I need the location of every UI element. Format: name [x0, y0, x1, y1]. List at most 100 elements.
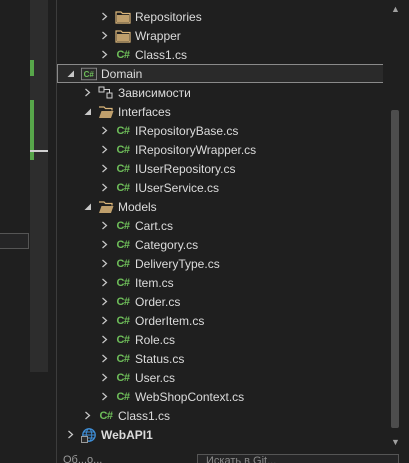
tree-item-label: Interfaces — [118, 104, 171, 119]
chevron-right-icon[interactable] — [100, 292, 109, 311]
csharp-file-icon: C# — [116, 257, 130, 270]
scrollbar-track[interactable] — [388, 18, 402, 433]
chevron-right-icon[interactable] — [100, 387, 109, 406]
folder-icon — [115, 28, 131, 44]
tree-item[interactable]: C# Class1.cs — [57, 406, 383, 425]
tree-item[interactable]: C# Order.cs — [57, 292, 383, 311]
collapsed-input[interactable] — [0, 233, 29, 249]
chevron-right-icon[interactable] — [100, 140, 109, 159]
tree-item[interactable]: C# IRepositoryBase.cs — [57, 121, 383, 140]
csharp-file-icon: C# — [99, 409, 113, 422]
tree-item-label: IRepositoryWrapper.cs — [135, 142, 257, 157]
chevron-right-icon[interactable] — [66, 425, 75, 444]
tree-item-label: Repositories — [135, 9, 202, 24]
chevron-right-icon[interactable] — [100, 330, 109, 349]
tree-item[interactable]: Wrapper — [57, 26, 383, 45]
chevron-right-icon[interactable] — [100, 368, 109, 387]
tree-item-label: Order.cs — [135, 294, 181, 309]
csharp-file-icon: C# — [116, 48, 130, 61]
tree-item[interactable]: Interfaces — [57, 102, 383, 121]
tree-item[interactable]: Models — [57, 197, 383, 216]
tree-item-label: OrderItem.cs — [135, 313, 205, 328]
tree-item-label: Item.cs — [135, 275, 174, 290]
tree-item[interactable]: C# Status.cs — [57, 349, 383, 368]
tree-item-label: IRepositoryBase.cs — [135, 123, 239, 138]
solution-explorer-tree: Repositories Wrapper C# Class1.cs C# Domain За… — [57, 0, 383, 452]
folder-open-icon — [98, 104, 114, 120]
tree-item[interactable]: C# Class1.cs — [57, 45, 383, 64]
chevron-right-icon[interactable] — [100, 216, 109, 235]
csharp-file-icon: C# — [116, 238, 130, 251]
csharp-file-icon: C# — [116, 276, 130, 289]
vertical-scrollbar[interactable]: ▲ ▼ — [384, 0, 409, 452]
tree-item[interactable]: Зависимости — [57, 83, 383, 102]
tree-item[interactable]: C# IRepositoryWrapper.cs — [57, 140, 383, 159]
tree-item[interactable]: C# IUserRepository.cs — [57, 159, 383, 178]
tree-item-label: IUserRepository.cs — [135, 161, 236, 176]
tree-item[interactable]: C# OrderItem.cs — [57, 311, 383, 330]
chevron-down-icon[interactable] — [83, 102, 92, 121]
csharp-file-icon: C# — [116, 162, 130, 175]
tree-item[interactable]: C# Category.cs — [57, 235, 383, 254]
csharp-file-icon: C# — [116, 219, 130, 232]
tree-item[interactable]: Repositories — [57, 7, 383, 26]
chevron-right-icon[interactable] — [100, 159, 109, 178]
tree-item[interactable]: WebAPI1 — [57, 425, 383, 444]
tree-item-label: Class1.cs — [118, 408, 171, 423]
scroll-down-icon[interactable]: ▼ — [391, 437, 400, 447]
tree-item-label: IUserService.cs — [135, 180, 220, 195]
csharp-file-icon: C# — [116, 390, 130, 403]
tree-item-label: DeliveryType.cs — [135, 256, 220, 271]
tree-item-label: WebShopContext.cs — [135, 389, 245, 404]
chevron-down-icon[interactable] — [66, 64, 75, 83]
chevron-right-icon[interactable] — [100, 121, 109, 140]
csharp-project-icon: C# — [81, 66, 97, 82]
tree-item[interactable]: C# Cart.cs — [57, 216, 383, 235]
gutter-column — [30, 0, 48, 372]
csharp-file-icon: C# — [116, 314, 130, 327]
tree-item-label: Role.cs — [135, 332, 176, 347]
tree-item[interactable]: C# DeliveryType.cs — [57, 254, 383, 273]
chevron-right-icon[interactable] — [83, 406, 92, 425]
chevron-right-icon[interactable] — [100, 45, 109, 64]
chevron-right-icon[interactable] — [100, 311, 109, 330]
web-project-icon — [81, 427, 97, 443]
chevron-right-icon[interactable] — [100, 349, 109, 368]
tree-item[interactable]: C# IUserService.cs — [57, 178, 383, 197]
bottom-toolbar: Об...о... Искать в Git... — [57, 452, 409, 463]
svg-text:C#: C# — [84, 70, 95, 79]
tree-item[interactable]: C# Item.cs — [57, 273, 383, 292]
chevron-right-icon[interactable] — [100, 235, 109, 254]
git-search-input[interactable]: Искать в Git... — [197, 454, 399, 463]
chevron-down-icon[interactable] — [83, 197, 92, 216]
csharp-file-icon: C# — [116, 371, 130, 384]
chevron-right-icon[interactable] — [100, 178, 109, 197]
chevron-right-icon[interactable] — [100, 7, 109, 26]
tree-item[interactable]: C# Role.cs — [57, 330, 383, 349]
tree-item[interactable]: C# Domain — [57, 64, 383, 83]
chevron-right-icon[interactable] — [83, 83, 92, 102]
bottom-label: Об...о... — [63, 454, 103, 463]
dependencies-icon — [98, 85, 114, 101]
tree-item-label: Wrapper — [135, 28, 181, 43]
tree-item[interactable]: C# User.cs — [57, 368, 383, 387]
tree-item-label: User.cs — [135, 370, 176, 385]
csharp-file-icon: C# — [116, 333, 130, 346]
scrollbar-thumb[interactable] — [391, 110, 399, 428]
tree-item-label: Cart.cs — [135, 218, 174, 233]
change-marker — [30, 60, 34, 76]
tree-item[interactable]: C# WebShopContext.cs — [57, 387, 383, 406]
csharp-file-icon: C# — [116, 143, 130, 156]
chevron-right-icon[interactable] — [100, 26, 109, 45]
chevron-right-icon[interactable] — [100, 273, 109, 292]
chevron-right-icon[interactable] — [100, 254, 109, 273]
folder-open-icon — [98, 199, 114, 215]
csharp-file-icon: C# — [116, 181, 130, 194]
tree-item-label: Class1.cs — [135, 47, 188, 62]
csharp-file-icon: C# — [116, 124, 130, 137]
tree-item-label: Domain — [101, 66, 143, 81]
tree-item-label: Models — [118, 199, 157, 214]
scroll-up-icon[interactable]: ▲ — [391, 4, 400, 14]
tree-item-label: WebAPI1 — [101, 427, 153, 442]
tree-item-label: Status.cs — [135, 351, 185, 366]
